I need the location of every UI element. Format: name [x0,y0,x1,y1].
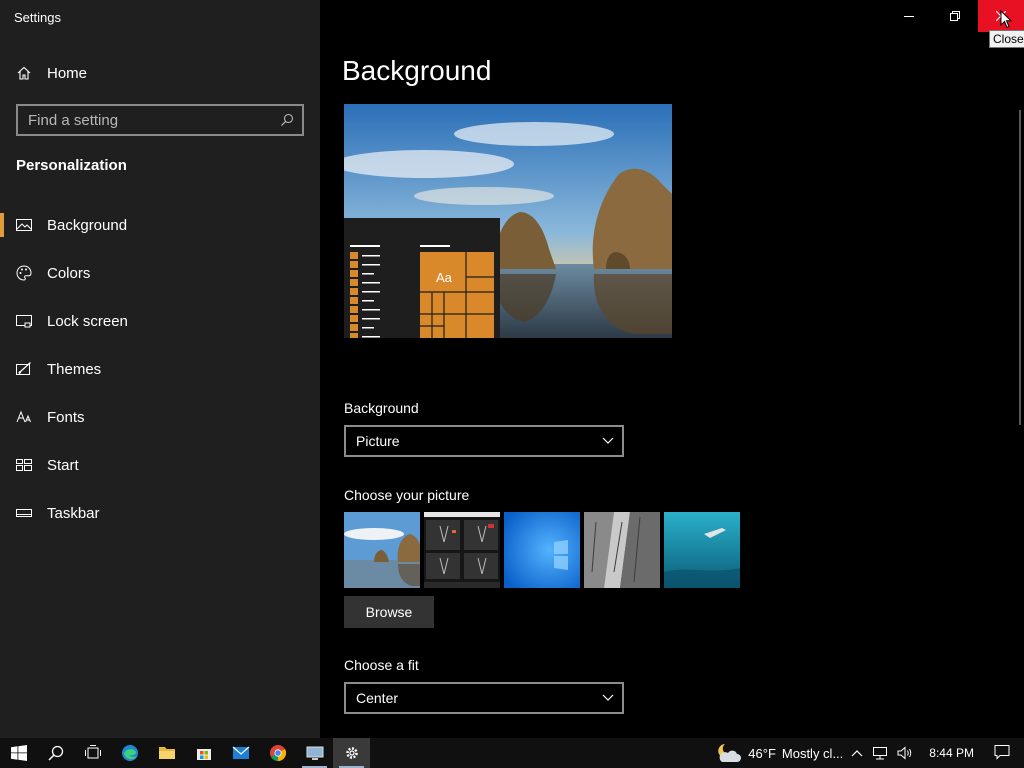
minimize-button[interactable] [886,0,932,32]
remote-desktop-button[interactable] [296,738,333,768]
start-button[interactable] [0,738,37,768]
picture-thumbnails [344,512,740,588]
notification-icon [994,744,1010,760]
fonts-icon [16,409,32,425]
restore-icon [950,11,960,21]
thumbnail-dark-screenshot[interactable] [424,512,500,588]
remote-desktop-icon [306,746,323,760]
sidebar-item-label: Themes [47,360,102,378]
page-title: Background [342,55,492,86]
sidebar-item-label: Background [47,216,128,234]
chrome-icon [269,745,286,762]
fit-dropdown-value: Center [356,690,399,706]
folder-icon [158,747,175,759]
nav-list: Background Colors Lock screen Themes Fon… [0,201,320,537]
file-explorer-button[interactable] [148,738,185,768]
mail-button[interactable] [222,738,259,768]
task-view-button[interactable] [74,738,111,768]
sidebar-item-label: Colors [47,264,91,282]
thumbnail-underwater-swimmer[interactable] [664,512,740,588]
chrome-button[interactable] [259,738,296,768]
background-dropdown[interactable]: Picture [344,425,624,457]
sidebar-item-label: Lock screen [47,312,128,330]
search-box[interactable] [16,104,304,136]
chevron-down-icon [602,437,614,444]
fit-dropdown[interactable]: Center [344,682,624,714]
background-preview: Aa [344,104,672,338]
settings-button[interactable] [333,738,370,768]
weather-temp: 46°F [748,745,776,761]
volume-icon[interactable] [897,746,913,760]
sidebar-item-fonts[interactable]: Fonts [0,393,320,441]
gear-icon [345,747,358,759]
background-dropdown-value: Picture [356,433,400,449]
sidebar-item-label: Taskbar [47,504,100,522]
weather-cloud-moon-icon [718,744,742,762]
lock-screen-icon [16,313,32,329]
taskbar-icon [16,505,32,521]
thumbnail-rock-cliff[interactable] [584,512,660,588]
network-icon[interactable] [872,746,888,760]
themes-icon [16,361,32,377]
taskbar: 46°F Mostly cl... 8:44 PM [0,738,1024,768]
notification-center-button[interactable] [994,744,1010,763]
fit-label: Choose a fit [344,657,419,673]
sidebar-item-label: Start [47,456,79,474]
home-nav-item[interactable]: Home [16,61,87,85]
sidebar-item-taskbar[interactable]: Taskbar [0,489,320,537]
search-icon[interactable] [272,113,302,127]
background-label: Background [344,400,419,416]
sidebar-item-label: Fonts [47,408,85,426]
edge-button[interactable] [111,738,148,768]
home-label: Home [47,64,88,82]
sidebar-item-background[interactable]: Background [0,201,320,249]
weather-text: Mostly cl... [781,745,844,761]
system-tray: 46°F Mostly cl... 8:44 PM [716,738,1024,768]
start-icon [16,457,32,473]
edge-icon [121,745,138,761]
sidebar-item-themes[interactable]: Themes [0,345,320,393]
preview-tile-text: Aa [436,270,453,285]
weather-widget[interactable]: 46°F Mostly cl... [716,742,843,764]
sidebar: Settings Home Personalization Background… [0,0,320,738]
scrollbar[interactable] [1019,110,1021,425]
thumbnail-windows-blue[interactable] [504,512,580,588]
sidebar-item-start[interactable]: Start [0,441,320,489]
palette-icon [16,265,32,281]
picture-icon [16,217,32,233]
sidebar-item-colors[interactable]: Colors [0,249,320,297]
tray-icons [851,746,913,760]
task-view-icon [84,745,101,759]
thumbnail-beach-rocks[interactable] [344,512,420,588]
sidebar-item-lock-screen[interactable]: Lock screen [0,297,320,345]
mail-icon [232,746,249,759]
choose-picture-label: Choose your picture [344,487,470,503]
chevron-up-icon[interactable] [851,749,863,757]
chevron-down-icon [602,694,614,701]
taskbar-search-button[interactable] [37,738,74,768]
close-tooltip: Close [989,30,1024,48]
minimize-icon [904,16,914,17]
home-icon [16,65,32,81]
restore-button[interactable] [932,0,978,32]
app-title: Settings [14,10,61,25]
section-title: Personalization [16,157,127,174]
windows-logo-icon [10,745,27,761]
clock[interactable]: 8:44 PM [929,746,974,760]
search-input[interactable] [18,111,272,129]
search-icon [47,745,63,761]
store-icon [196,749,211,760]
mouse-cursor-icon [1000,10,1012,29]
browse-button[interactable]: Browse [344,596,434,628]
store-button[interactable] [185,738,222,768]
